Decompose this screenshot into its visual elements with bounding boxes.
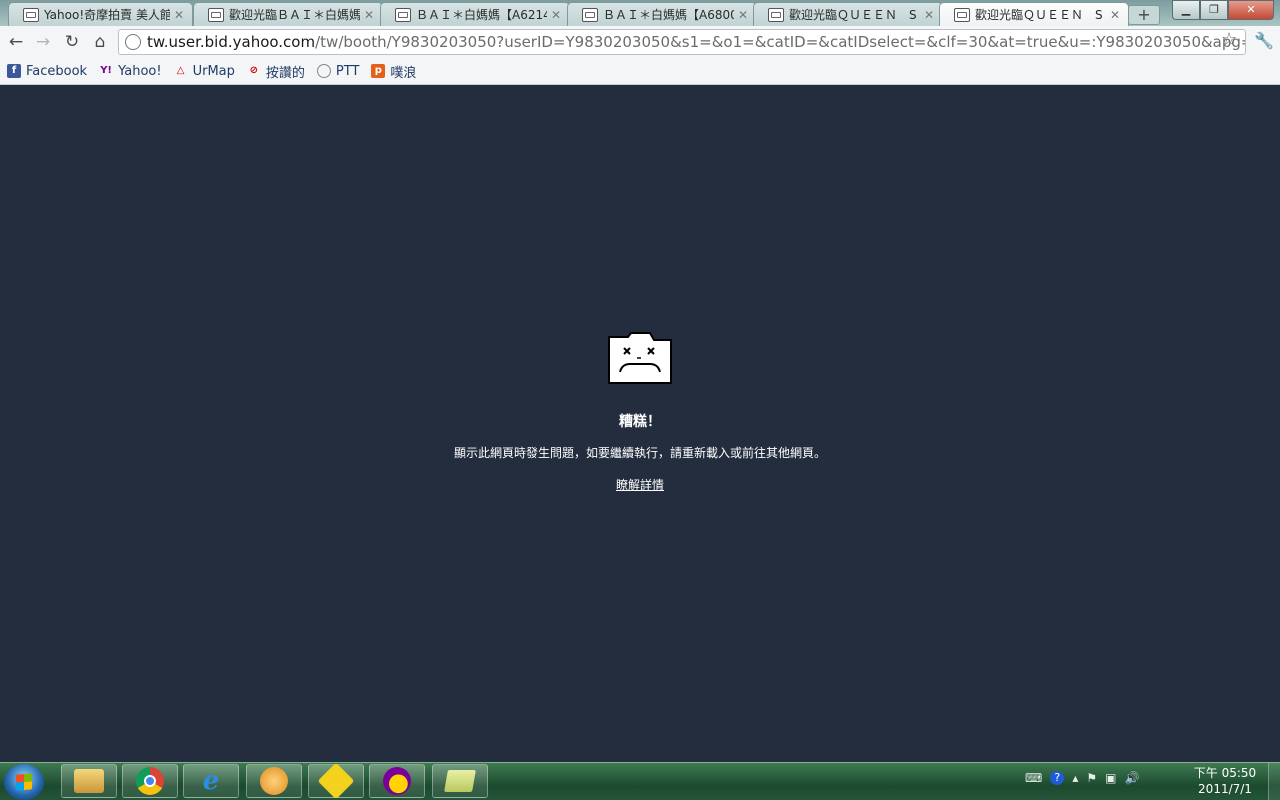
page-icon [395, 7, 411, 22]
bookmark-label: Facebook [26, 63, 88, 79]
tab-title: 歡迎光臨ＱＵＥＥＮ S [975, 8, 1103, 22]
internet-explorer-icon[interactable]: e [183, 764, 239, 798]
clock-date: 2011/7/1 [1198, 782, 1252, 796]
tab-close-icon[interactable]: ✕ [1110, 8, 1120, 22]
globe-icon [125, 34, 141, 50]
bookmark-star-icon[interactable]: ☆ [1221, 29, 1237, 50]
page-icon [208, 7, 224, 22]
tab-2[interactable]: 歡迎光臨ＢＡＩ＊白媽媽 ✕ [193, 2, 383, 26]
bookmark-label: PTT [335, 63, 360, 79]
action-center-flag-icon[interactable]: ⚑ [1086, 771, 1097, 785]
page-content: 糟糕！ 顯示此網頁時發生問題，如要繼續執行，請重新載入或前往其他網頁。 瞭解詳情 [0, 85, 1280, 762]
url-path: /tw/booth/Y9830203050?userID=Y9830203050… [315, 33, 1245, 51]
tab-4[interactable]: ＢＡＩ＊白媽媽【A6800 ✕ [567, 2, 757, 26]
tab-active[interactable]: 歡迎光臨ＱＵＥＥＮ S ✕ [939, 2, 1129, 26]
bookmark-label: Yahoo! [118, 63, 162, 79]
url-host: tw.user.bid.yahoo.com [147, 33, 316, 51]
media-player-icon[interactable] [246, 764, 302, 798]
taskbar: e ⌨ ? ▴ ⚑ ▣ 🔊 下午 05:50 2011/7/1 [0, 762, 1280, 800]
clock-time: 下午 05:50 [1193, 766, 1257, 780]
page-icon [954, 7, 970, 22]
reload-icon[interactable]: ↻ [61, 31, 83, 53]
maximize-button[interactable]: ❐ [1200, 0, 1228, 20]
tab-close-icon[interactable]: ✕ [364, 8, 374, 22]
bookmark-urmap[interactable]: △ UrMap [174, 64, 235, 79]
tab-title: 歡迎光臨ＢＡＩ＊白媽媽 [229, 8, 360, 22]
browser-toolbar: ← → ↻ ⌂ tw.user.bid.yahoo.com/tw/booth/Y… [0, 26, 1280, 59]
bookmark-yahoo[interactable]: Y! Yahoo! [99, 64, 161, 79]
page-icon [768, 7, 784, 22]
tab-close-icon[interactable]: ✕ [738, 8, 748, 22]
tab-close-icon[interactable]: ✕ [924, 8, 934, 22]
tab-title: ＢＡＩ＊白媽媽【A6800 [603, 8, 734, 22]
system-tray: ⌨ ? ▴ ⚑ ▣ 🔊 [1025, 771, 1147, 785]
address-bar[interactable]: tw.user.bid.yahoo.com/tw/booth/Y98302030… [118, 29, 1246, 55]
bookmark-label: 噗浪 [390, 65, 417, 81]
pinned-app-icon[interactable] [308, 762, 364, 800]
home-icon[interactable]: ⌂ [89, 31, 111, 53]
page-icon [23, 7, 39, 22]
yahoo-messenger-icon[interactable] [369, 764, 425, 798]
window-controls: ▁ ❐ ✕ [1172, 0, 1274, 20]
close-window-button[interactable]: ✕ [1228, 0, 1274, 20]
folder-icon[interactable] [432, 764, 488, 798]
no-sign-icon: ⊘ [249, 65, 259, 76]
tab-3[interactable]: ＢＡＩ＊白媽媽【A6214 ✕ [380, 2, 570, 26]
bookmark-facebook[interactable]: f Facebook [7, 64, 87, 79]
bookmark-label: 按讚的 [265, 65, 305, 81]
back-arrow-icon[interactable]: ← [5, 31, 27, 53]
clock[interactable]: 下午 05:50 2011/7/1 [1186, 765, 1264, 797]
error-message: 顯示此網頁時發生問題，如要繼續執行，請重新載入或前往其他網頁。 [453, 446, 826, 460]
start-button[interactable] [4, 764, 44, 800]
new-tab-button[interactable]: + [1128, 5, 1160, 25]
urmap-icon: △ [176, 65, 185, 76]
network-icon[interactable]: ▣ [1105, 771, 1116, 785]
tab-close-icon[interactable]: ✕ [551, 8, 561, 22]
bookmark-label: UrMap [192, 63, 235, 79]
globe-icon [316, 64, 331, 78]
minimize-button[interactable]: ▁ [1172, 0, 1200, 20]
error-title: 糟糕！ [619, 414, 661, 430]
tab-strip: Yahoo!奇摩拍賣 美人館 ✕ 歡迎光臨ＢＡＩ＊白媽媽 ✕ ＢＡＩ＊白媽媽【A… [0, 0, 1280, 26]
sad-folder-icon [608, 332, 672, 384]
yahoo-icon: Y! [100, 65, 112, 76]
help-icon[interactable]: ? [1050, 771, 1065, 785]
chrome-icon[interactable] [122, 764, 178, 798]
wrench-menu-icon[interactable]: 🔧 [1254, 31, 1274, 50]
tray-overflow-icon[interactable]: ▴ [1072, 771, 1078, 785]
tab-close-icon[interactable]: ✕ [174, 8, 184, 22]
facebook-icon: f [7, 64, 21, 78]
tab-title: ＢＡＩ＊白媽媽【A6214 [416, 8, 547, 22]
bookmark-liked[interactable]: ⊘ 按讚的 [247, 62, 305, 81]
learn-more-link[interactable]: 瞭解詳情 [616, 478, 664, 492]
tab-title: Yahoo!奇摩拍賣 美人館 [44, 8, 170, 22]
bookmarks-bar: f Facebook Y! Yahoo! △ UrMap ⊘ 按讚的 PTT p… [0, 58, 1280, 85]
tab-title: 歡迎光臨ＱＵＥＥＮ S [789, 8, 917, 22]
show-desktop-button[interactable] [1268, 763, 1280, 800]
page-icon [582, 7, 598, 22]
file-explorer-icon[interactable] [61, 764, 117, 798]
plurk-icon: p [371, 64, 386, 78]
bookmark-plurk[interactable]: p 噗浪 [371, 62, 416, 81]
volume-icon[interactable]: 🔊 [1124, 771, 1139, 785]
bookmark-ptt[interactable]: PTT [316, 63, 360, 79]
tab-1[interactable]: Yahoo!奇摩拍賣 美人館 ✕ [8, 2, 193, 26]
tab-5[interactable]: 歡迎光臨ＱＵＥＥＮ S ✕ [753, 2, 943, 26]
keyboard-icon[interactable]: ⌨ [1025, 771, 1042, 785]
forward-arrow-icon[interactable]: → [32, 31, 54, 53]
